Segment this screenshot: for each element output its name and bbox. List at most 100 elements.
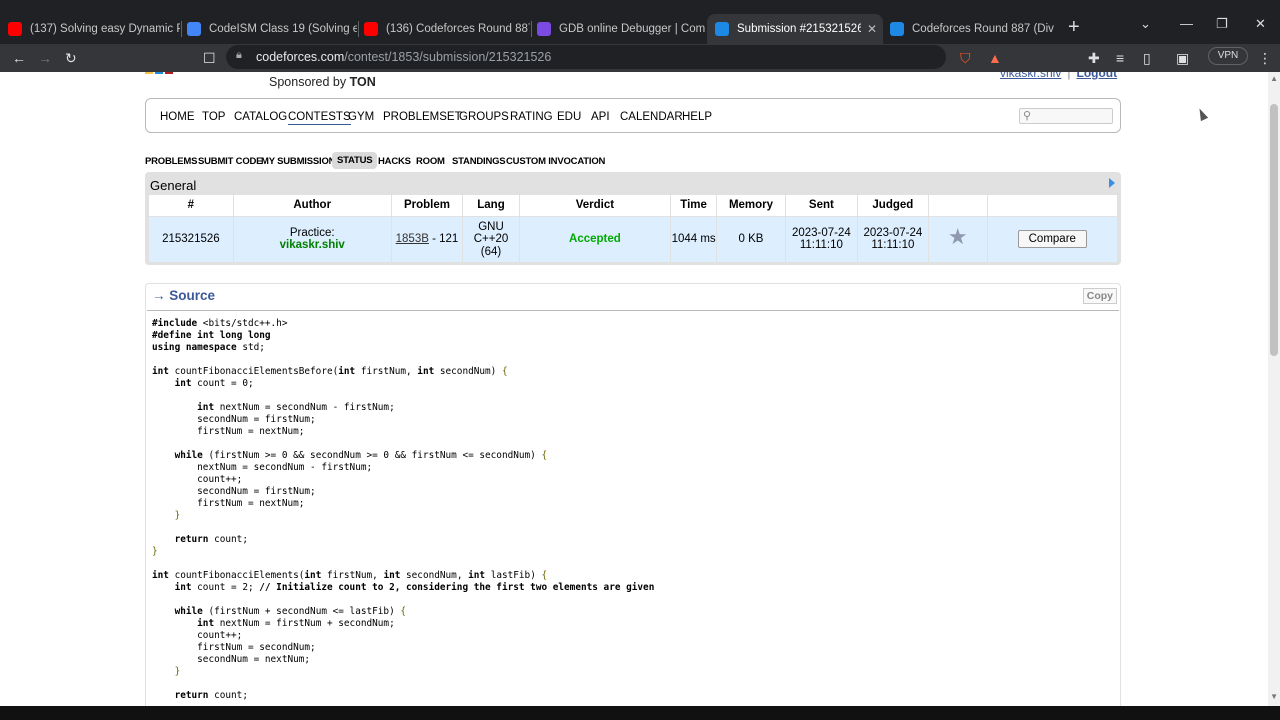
code-line: secondNum = firstNum; <box>152 486 316 497</box>
browser-tab[interactable]: (137) Solving easy Dynamic Prog <box>8 14 180 44</box>
vpn-button[interactable]: VPN <box>1208 47 1248 65</box>
subnav-standings[interactable]: STANDINGS <box>452 156 506 167</box>
code-line: firstNum = nextNum; <box>152 426 305 437</box>
browser-tab[interactable]: (136) Codeforces Round 887 Div <box>364 14 530 44</box>
document-icon <box>187 22 201 36</box>
source-code[interactable]: #include <bits/stdc++.h> #define int long… <box>147 310 1119 706</box>
code-line: secondNum = firstNum; <box>152 414 316 425</box>
brave-shield-icon[interactable]: ⛉ <box>960 49 971 67</box>
expand-arrow-icon[interactable] <box>1109 178 1115 188</box>
menu-home[interactable]: HOME <box>160 111 195 123</box>
sidebar-icon[interactable]: ▯ <box>1143 49 1151 67</box>
time-cell: 1044 ms <box>670 216 718 262</box>
close-window-icon[interactable]: ✕ <box>1255 16 1266 32</box>
code-line: return count; <box>174 534 248 545</box>
menu-rating[interactable]: RATING <box>510 111 553 123</box>
address-bar[interactable]: 🔒︎ codeforces.com/contest/1853/submissio… <box>226 45 946 69</box>
taskbar-edge <box>0 706 1280 720</box>
wallet-icon[interactable]: ▣ <box>1176 49 1189 67</box>
lightning-icon <box>537 22 551 36</box>
search-icon: ⚲ <box>1023 110 1032 122</box>
logout-link[interactable]: Logout <box>1076 72 1117 80</box>
menu-icon[interactable]: ⋮ <box>1258 49 1272 67</box>
menu-problemset[interactable]: PROBLEMSET <box>383 111 462 123</box>
menu-top[interactable]: TOP <box>202 111 225 123</box>
scrollbar-thumb[interactable] <box>1270 104 1278 356</box>
menu-help[interactable]: HELP <box>682 111 712 123</box>
browser-tab-active[interactable]: Submission #215321526 - Co ✕ <box>707 14 883 44</box>
problem-cell: 1853B - 121 <box>391 216 464 262</box>
col-header-author: Author <box>233 195 392 217</box>
verdict-cell: Accepted <box>519 216 672 262</box>
user-links: vikaskr.shiv | Logout <box>1000 72 1117 80</box>
subnav-problems[interactable]: PROBLEMS <box>145 156 197 167</box>
code-line: firstNum = nextNum; <box>152 498 305 509</box>
col-header-compare <box>987 195 1117 217</box>
menu-groups[interactable]: GROUPS <box>459 111 509 123</box>
menu-api[interactable]: API <box>591 111 610 123</box>
reload-icon[interactable]: ↻ <box>65 49 77 67</box>
browser-tab[interactable]: CodeISM Class 19 (Solving easy D <box>187 14 357 44</box>
menu-edu[interactable]: EDU <box>557 111 581 123</box>
back-icon[interactable]: ← <box>12 49 26 67</box>
subnav-my-submissions[interactable]: MY SUBMISSIONS <box>261 156 342 167</box>
page-scrollbar[interactable]: ▲ ▼ <box>1268 72 1280 706</box>
new-tab-button[interactable]: + <box>1068 17 1080 37</box>
code-line: count++; <box>152 630 243 641</box>
code-line: int nextNum = secondNum - firstNum; <box>197 402 395 413</box>
youtube-icon <box>364 22 378 36</box>
browser-tab[interactable]: GDB online Debugger | Compiler <box>537 14 705 44</box>
close-tab-icon[interactable]: ✕ <box>861 22 883 36</box>
compare-button[interactable]: Compare <box>1017 230 1087 249</box>
search-input[interactable]: ⚲ <box>1019 108 1113 124</box>
star-icon[interactable]: ★ <box>948 224 968 249</box>
code-line: int count = 2; // Initialize count to 2,… <box>174 582 655 593</box>
subnav-hacks[interactable]: HACKS <box>378 156 411 167</box>
extensions-icon[interactable]: ✚ <box>1088 49 1100 67</box>
tab-search-icon[interactable]: ⌄ <box>1140 16 1151 32</box>
col-header-problem: Problem <box>391 195 464 217</box>
lang-cell: GNU C++20 (64) <box>462 216 520 262</box>
code-line: int count = 0; <box>174 378 254 389</box>
col-header-time: Time <box>670 195 718 217</box>
browser-tab-bar: (137) Solving easy Dynamic Prog CodeISM … <box>0 0 1280 44</box>
forward-icon[interactable]: → <box>38 49 52 67</box>
problem-link[interactable]: 1853B <box>396 233 429 245</box>
sent-cell: 2023-07-24 11:11:10 <box>785 216 858 262</box>
scroll-down-icon[interactable]: ▼ <box>1270 692 1278 701</box>
menu-catalog[interactable]: CATALOG <box>234 111 287 123</box>
subnav-custom-invocation[interactable]: CUSTOM INVOCATION <box>506 156 605 167</box>
code-line: } <box>174 510 181 521</box>
maximize-icon[interactable]: ❐ <box>1216 16 1228 32</box>
menu-gym[interactable]: GYM <box>348 111 374 123</box>
code-line: } <box>152 546 158 557</box>
code-line: while (firstNum >= 0 && secondNum >= 0 &… <box>174 450 548 461</box>
brave-rewards-icon[interactable]: ▲ <box>988 49 1002 67</box>
code-line: using namespace std; <box>152 342 265 353</box>
bookmark-icon[interactable]: ☐ <box>203 49 216 67</box>
subnav-status[interactable]: STATUS <box>332 152 378 169</box>
profile-link[interactable]: vikaskr.shiv <box>1000 72 1061 80</box>
subnav-room[interactable]: ROOM <box>416 156 445 167</box>
col-header-favourite <box>928 195 988 217</box>
scroll-up-icon[interactable]: ▲ <box>1270 74 1278 83</box>
codeforces-icon <box>890 22 904 36</box>
copy-button[interactable]: Copy <box>1082 288 1117 304</box>
code-line: nextNum = secondNum - firstNum; <box>152 462 373 473</box>
menu-contests[interactable]: CONTESTS <box>288 111 351 125</box>
playlist-icon[interactable]: ≡ <box>1116 49 1124 67</box>
tab-title: (136) Codeforces Round 887 Div <box>386 23 530 35</box>
author-handle-link[interactable]: vikaskr.shiv <box>280 239 345 251</box>
col-header-lang: Lang <box>462 195 520 217</box>
code-line: secondNum = nextNum; <box>152 654 311 665</box>
code-line: #include <bits/stdc++.h> <box>152 318 288 329</box>
subnav-submit-code[interactable]: SUBMIT CODE <box>198 156 263 167</box>
browser-tab[interactable]: Codeforces Round 887 (Div 1, Di <box>890 14 1058 44</box>
col-header-memory: Memory <box>716 195 786 217</box>
menu-calendar[interactable]: CALENDAR <box>620 111 683 123</box>
minimize-icon[interactable]: — <box>1180 16 1193 31</box>
general-panel: General # Author Problem Lang Verdict Ti… <box>145 172 1121 265</box>
